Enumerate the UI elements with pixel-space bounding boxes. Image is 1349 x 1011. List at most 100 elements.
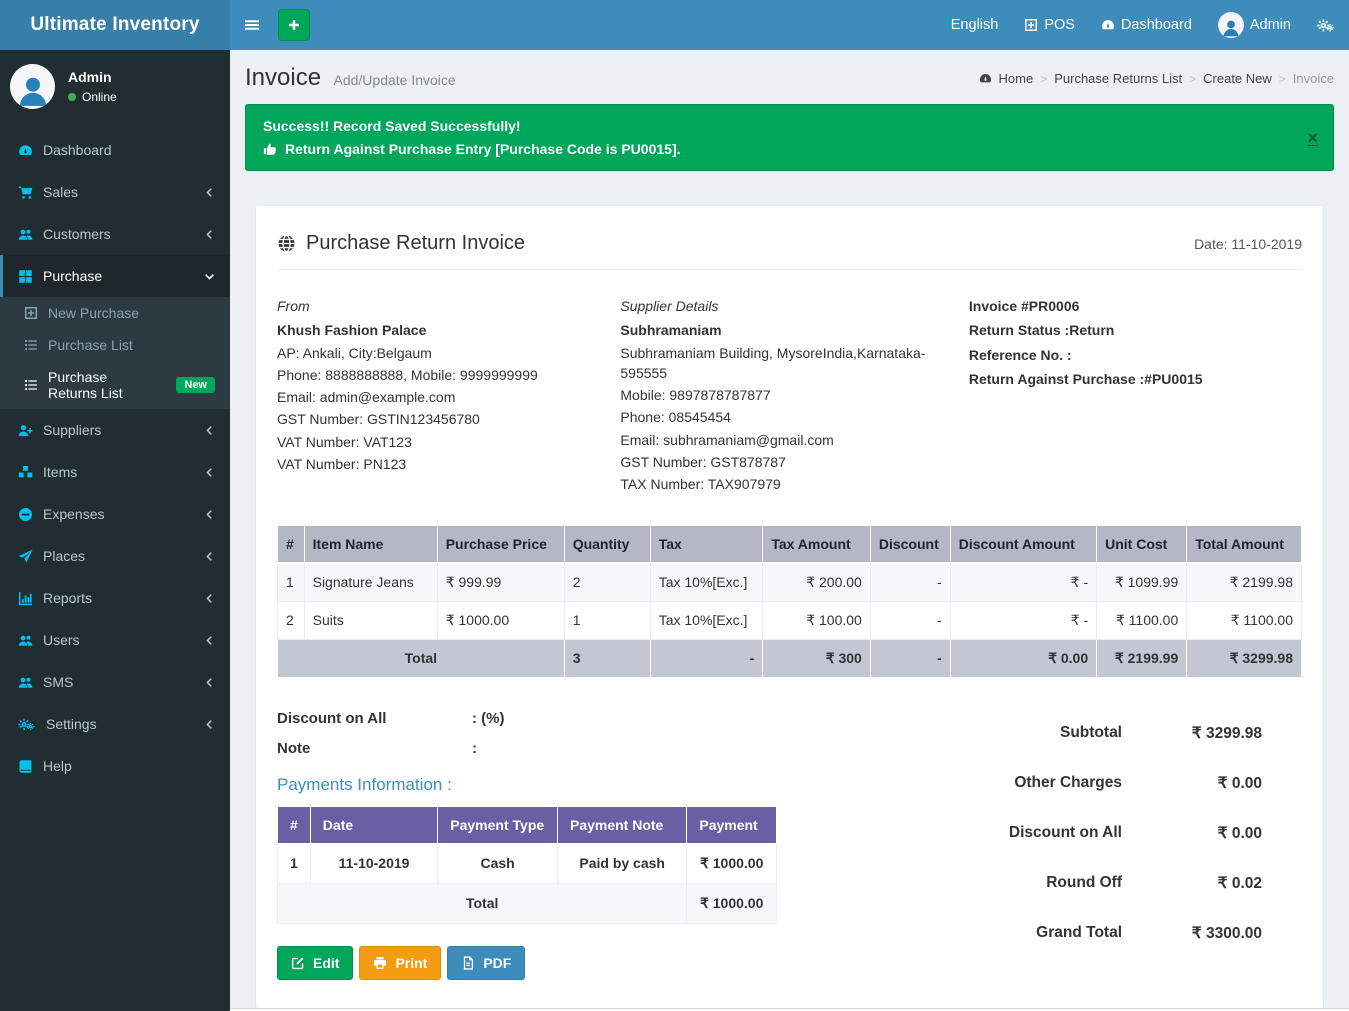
payments-table: # Date Payment Type Payment Note Payment…	[277, 806, 777, 924]
edit-icon	[291, 956, 305, 970]
breadcrumb-purchase-returns-list[interactable]: Purchase Returns List	[1054, 71, 1182, 86]
note-row: Note :	[277, 740, 942, 757]
breadcrumb-separator	[1279, 71, 1286, 86]
app-window: Ultimate Inventory English POS Dashboard	[0, 0, 1349, 1011]
chevron-left-icon	[204, 187, 215, 198]
list-icon	[24, 338, 38, 352]
user-name-label: Admin	[1250, 17, 1291, 33]
sidebar-user-status: Online	[68, 90, 117, 104]
cogs-icon	[1317, 18, 1336, 33]
supplier-section: Supplier Details Subhramaniam Subhramani…	[620, 296, 969, 495]
invoice-heading: Purchase Return Invoice	[306, 232, 525, 255]
cubes-icon	[18, 465, 33, 480]
pos-link[interactable]: POS	[1011, 0, 1088, 50]
top-navbar: Ultimate Inventory English POS Dashboard	[0, 0, 1349, 50]
sidebar-menu: Dashboard Sales Customers Purchase	[0, 129, 230, 787]
cart-icon	[18, 185, 33, 200]
chevron-left-icon	[204, 229, 215, 240]
sidebar-item-help[interactable]: Help	[0, 745, 230, 787]
gauge-icon	[979, 72, 992, 85]
sidebar-item-settings[interactable]: Settings	[0, 703, 230, 745]
summary-round-off-row: Round Off ₹ 0.02	[942, 864, 1262, 914]
bar-chart-icon	[18, 591, 33, 606]
sidebar: Admin Online Dashboard Sales	[0, 50, 230, 1011]
settings-menu[interactable]	[1304, 0, 1349, 50]
sidebar-item-new-purchase[interactable]: New Purchase	[0, 297, 230, 329]
sidebar-item-users[interactable]: Users	[0, 619, 230, 661]
grid-icon	[18, 269, 33, 284]
chevron-left-icon	[204, 677, 215, 688]
breadcrumb-separator	[1040, 71, 1047, 86]
breadcrumb-home[interactable]: Home	[999, 71, 1034, 86]
language-menu[interactable]: English	[938, 0, 1012, 50]
items-table: # Item Name Purchase Price Quantity Tax …	[277, 525, 1302, 678]
quick-add-button[interactable]	[278, 9, 310, 41]
success-alert: Success!! Record Saved Successfully! Ret…	[245, 104, 1334, 171]
breadcrumb-separator	[1189, 71, 1196, 86]
sidebar-item-sms[interactable]: SMS	[0, 661, 230, 703]
purchase-submenu: New Purchase Purchase List Purchase Retu…	[0, 297, 230, 409]
printer-icon	[373, 956, 387, 970]
print-button[interactable]: Print	[359, 946, 441, 980]
sidebar-item-expenses[interactable]: Expenses	[0, 493, 230, 535]
dashboard-link[interactable]: Dashboard	[1088, 0, 1205, 50]
sidebar-item-dashboard[interactable]: Dashboard	[0, 129, 230, 171]
navbar-links: English POS Dashboard Admin	[938, 0, 1349, 50]
thumbs-up-icon	[263, 142, 277, 156]
chevron-left-icon	[204, 425, 215, 436]
main-content: Invoice Add/Update Invoice Home Purchase…	[230, 50, 1349, 1011]
summary-grand-total-row: Grand Total ₹ 3300.00	[942, 914, 1262, 964]
breadcrumb-create-new[interactable]: Create New	[1203, 71, 1272, 86]
sidebar-item-customers[interactable]: Customers	[0, 213, 230, 255]
chevron-left-icon	[204, 467, 215, 478]
invoice-card-header: Purchase Return Invoice Date: 11-10-2019	[277, 232, 1302, 270]
sidebar-item-sales[interactable]: Sales	[0, 171, 230, 213]
edit-button[interactable]: Edit	[277, 946, 353, 980]
minus-circle-icon	[18, 507, 33, 522]
sidebar-item-suppliers[interactable]: Suppliers	[0, 409, 230, 451]
plus-icon	[287, 18, 301, 32]
sidebar-item-places[interactable]: Places	[0, 535, 230, 577]
sidebar-item-purchase[interactable]: Purchase	[0, 255, 230, 297]
cogs-icon	[18, 717, 36, 732]
pdf-button[interactable]: PDF	[447, 946, 525, 980]
globe-icon	[277, 234, 296, 253]
file-pdf-icon	[461, 956, 475, 970]
gauge-icon	[18, 143, 33, 158]
chevron-left-icon	[204, 593, 215, 604]
totals-summary: Subtotal ₹ 3299.98 Other Charges ₹ 0.00 …	[942, 706, 1302, 980]
sidebar-item-reports[interactable]: Reports	[0, 577, 230, 619]
payments-total-row: Total ₹ 1000.00	[278, 883, 777, 923]
avatar	[10, 64, 55, 109]
user-menu[interactable]: Admin	[1205, 0, 1304, 50]
users-icon	[18, 633, 33, 648]
sidebar-user-name: Admin	[68, 69, 117, 85]
sidebar-item-purchase-list[interactable]: Purchase List	[0, 329, 230, 361]
sidebar-toggle-button[interactable]	[230, 0, 274, 50]
plus-square-icon	[24, 306, 38, 320]
sidebar-user-panel: Admin Online	[0, 50, 230, 123]
chevron-left-icon	[204, 719, 215, 730]
sidebar-item-items[interactable]: Items	[0, 451, 230, 493]
from-label: From	[277, 296, 600, 316]
table-row: 1 Signature Jeans ₹ 999.99 2 Tax 10%[Exc…	[278, 563, 1302, 602]
invoice-parties: From Khush Fashion Palace AP: Ankali, Ci…	[277, 296, 1302, 495]
discount-on-all-row: Discount on All : (%)	[277, 710, 942, 727]
summary-subtotal-row: Subtotal ₹ 3299.98	[942, 714, 1262, 764]
sidebar-item-purchase-returns-list[interactable]: Purchase Returns List New	[0, 361, 230, 409]
supplier-label: Supplier Details	[620, 296, 949, 316]
hamburger-icon	[244, 17, 260, 33]
chevron-left-icon	[204, 509, 215, 520]
from-name: Khush Fashion Palace	[277, 320, 600, 340]
close-icon[interactable]: ×	[1307, 129, 1318, 147]
dashboard-label: Dashboard	[1121, 17, 1192, 33]
book-icon	[18, 759, 33, 774]
brand-logo[interactable]: Ultimate Inventory	[0, 0, 230, 50]
plus-square-icon	[1024, 18, 1038, 32]
chevron-left-icon	[204, 635, 215, 646]
chevron-left-icon	[204, 551, 215, 562]
page-title: Invoice	[245, 64, 321, 91]
users-icon	[18, 227, 33, 242]
reference-no: Reference No. :	[969, 345, 1302, 365]
users-icon	[18, 675, 33, 690]
